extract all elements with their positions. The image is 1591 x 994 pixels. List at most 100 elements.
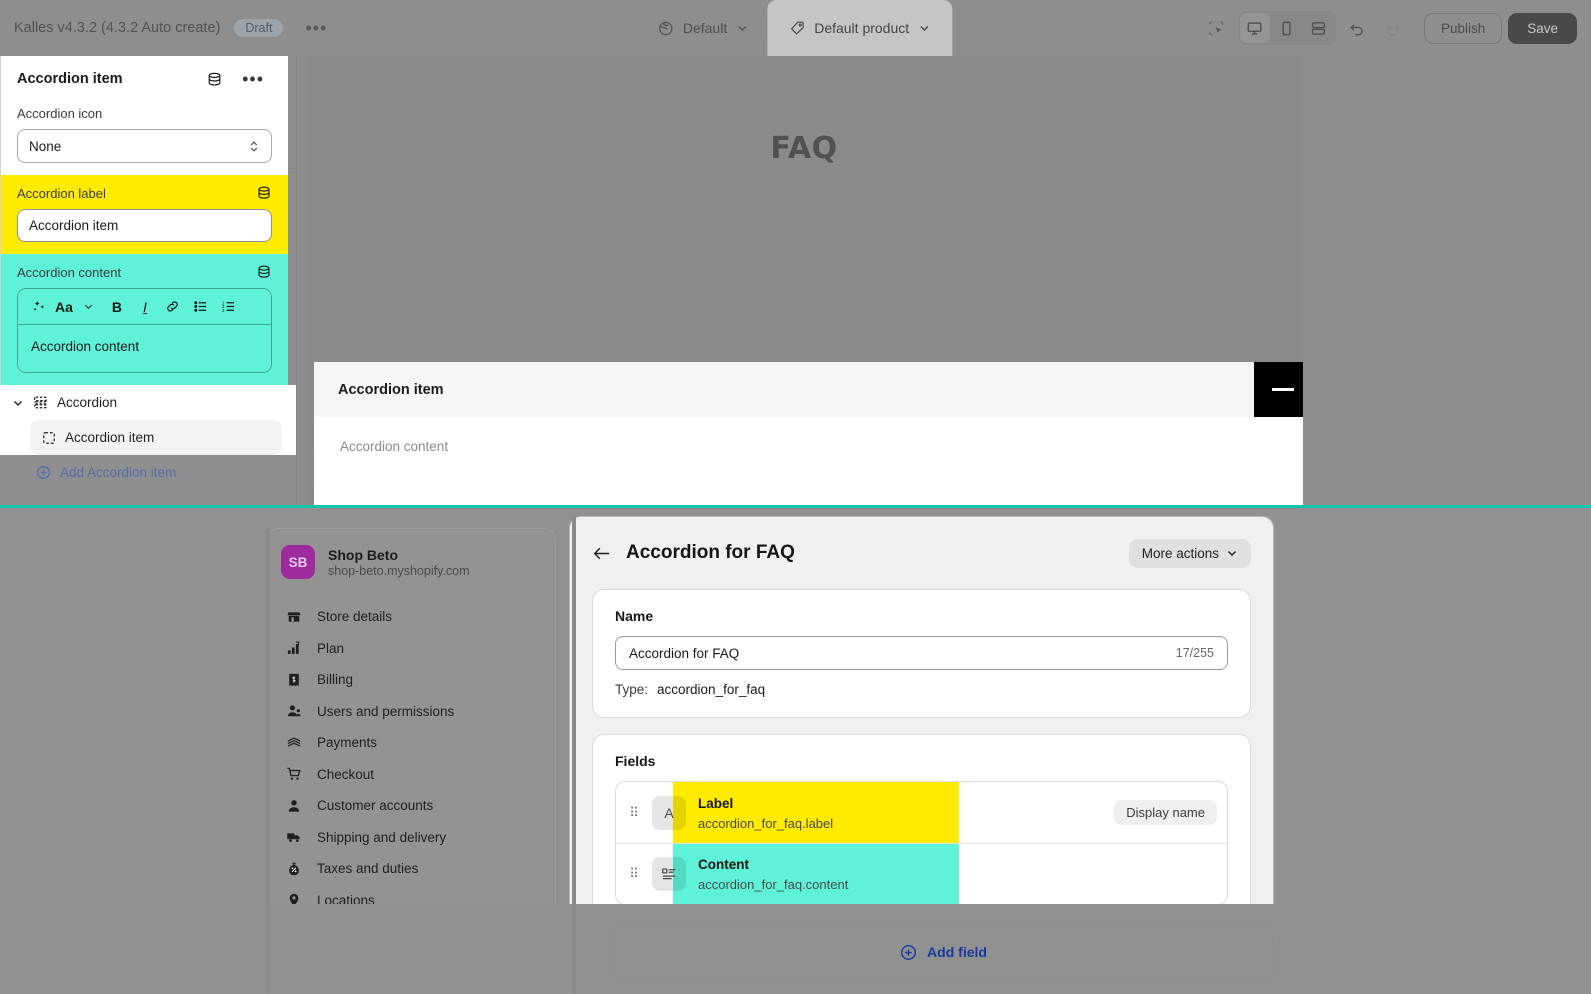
admin-nav-rail: [266, 528, 270, 994]
taxes-icon: [285, 861, 303, 877]
nav-item-users-and-permissions[interactable]: Users and permissions: [281, 696, 541, 728]
nav-item-store-details[interactable]: Store details: [281, 601, 541, 633]
save-button[interactable]: Save: [1508, 12, 1577, 44]
link-icon[interactable]: [161, 295, 185, 319]
text-style-icon[interactable]: Aa: [55, 295, 73, 319]
italic-icon[interactable]: I: [133, 295, 157, 319]
accordion-body-text: Accordion content: [340, 439, 449, 454]
undo-icon[interactable]: [1342, 13, 1372, 43]
theme-name: Kalles v4.3.2 (4.3.2 Auto create): [14, 20, 221, 36]
nav-item-taxes-and-duties[interactable]: Taxes and duties: [281, 853, 541, 885]
nav-item-label: Billing: [317, 672, 354, 688]
name-card: Name Accordion for FAQ 17/255 Type: acco…: [592, 589, 1251, 718]
builder-topbar: Kalles v4.3.2 (4.3.2 Auto create) Draft …: [0, 0, 1591, 56]
nav-item-label: Shipping and delivery: [317, 829, 447, 845]
fullscreen-icon[interactable]: [1304, 13, 1334, 43]
page-tab-default-product[interactable]: Default product: [767, 0, 953, 56]
person-icon: [285, 798, 303, 814]
sidebar-item-label: Accordion item: [65, 430, 155, 445]
bulleted-list-icon[interactable]: [189, 295, 213, 319]
theme-selector-label: Default: [682, 20, 728, 36]
theme-selector[interactable]: Default: [639, 0, 766, 56]
fields-list: ⠿ A Label accordion_for_faq.label Displa…: [615, 781, 1228, 905]
more-actions-button[interactable]: More actions: [1128, 538, 1251, 568]
plus-circle-icon: [900, 944, 917, 961]
inspector-title: Accordion item: [17, 71, 123, 87]
store-name: Shop Beto: [328, 546, 398, 563]
rich-text-input[interactable]: Accordion content: [18, 325, 271, 372]
drag-handle-icon[interactable]: ⠿: [616, 866, 652, 882]
globe-icon: [657, 20, 674, 37]
nav-item-billing[interactable]: Billing: [281, 664, 541, 696]
accordion-content-setting: Accordion content Aa B I 1 2 3 Accordion…: [1, 254, 288, 385]
nav-item-label: Taxes and duties: [317, 861, 419, 877]
accordion-header-label: Accordion item: [338, 381, 444, 398]
name-input[interactable]: Accordion for FAQ 17/255: [615, 636, 1228, 670]
inspect-icon[interactable]: [1202, 13, 1232, 43]
database-icon[interactable]: [256, 264, 272, 280]
shopify-admin-overlay: SB Shop Beto shop-beto.myshopify.com Sto…: [0, 508, 1591, 994]
chevron-down-icon[interactable]: [12, 397, 24, 409]
add-field-label: Add field: [927, 944, 987, 960]
bold-icon[interactable]: B: [105, 295, 129, 319]
payments-icon: [285, 735, 303, 751]
store-header[interactable]: SB Shop Beto shop-beto.myshopify.com: [281, 545, 541, 579]
add-accordion-item-button[interactable]: Add Accordion item: [0, 455, 296, 490]
accordion-preview-block[interactable]: Accordion item Accordion content: [314, 362, 1303, 507]
accordion-icon-select[interactable]: None: [17, 129, 272, 163]
nav-item-label: Checkout: [317, 766, 375, 782]
status-badge: Draft: [234, 19, 284, 37]
accordion-label-value: Accordion item: [29, 218, 119, 233]
store-icon: [285, 609, 303, 625]
device-preview-group: [1237, 11, 1336, 45]
drag-handle-icon[interactable]: ⠿: [616, 805, 652, 821]
chevron-down-icon: [918, 22, 930, 34]
magic-icon[interactable]: [27, 295, 51, 319]
name-card-title: Name: [615, 608, 654, 624]
nav-item-customer-accounts[interactable]: Customer accounts: [281, 790, 541, 822]
nav-item-payments[interactable]: Payments: [281, 727, 541, 759]
accordion-header[interactable]: Accordion item: [314, 362, 1303, 417]
sidebar-item-accordion[interactable]: Accordion: [0, 385, 296, 420]
table-row[interactable]: ⠿ Content accordion_for_faq.content: [616, 843, 1227, 904]
field-name: Content: [698, 857, 749, 872]
accordion-label-setting: Accordion label Accordion item: [1, 175, 288, 254]
status-badge: Display name: [1114, 800, 1217, 825]
numbered-list-icon[interactable]: 123: [217, 295, 241, 319]
minus-icon[interactable]: [1254, 362, 1303, 417]
chevron-down-icon[interactable]: [77, 295, 101, 319]
database-icon[interactable]: [256, 185, 272, 201]
cart-icon: [285, 766, 303, 782]
desktop-icon[interactable]: [1239, 13, 1270, 43]
add-field-button[interactable]: Add field: [614, 922, 1273, 982]
table-row[interactable]: ⠿ A Label accordion_for_faq.label Displa…: [616, 782, 1227, 843]
nav-item-checkout[interactable]: Checkout: [281, 759, 541, 791]
nav-item-label: Customer accounts: [317, 798, 434, 814]
mobile-icon[interactable]: [1272, 13, 1302, 43]
nav-item-plan[interactable]: Plan: [281, 633, 541, 665]
selected-section-group: Accordion Accordion item: [0, 385, 296, 455]
accordion-icon-label: Accordion icon: [17, 106, 103, 121]
store-domain: shop-beto.myshopify.com: [328, 563, 470, 578]
sidebar-item-label: Add Accordion item: [60, 465, 177, 480]
accordion-label-input[interactable]: Accordion item: [17, 209, 272, 242]
nav-item-label: Plan: [317, 640, 345, 656]
accordion-body: Accordion content: [314, 417, 1303, 501]
svg-text:3: 3: [222, 308, 225, 313]
block-icon: [42, 431, 56, 445]
sidebar-item-accordion-item[interactable]: Accordion item: [30, 420, 282, 455]
rich-text-icon: [652, 857, 686, 891]
type-value: accordion_for_faq: [657, 682, 766, 697]
publish-button[interactable]: Publish: [1423, 12, 1503, 44]
field-key: accordion_for_faq.label: [698, 815, 834, 831]
sidebar-item-label: Accordion: [57, 395, 118, 410]
section-icon: [33, 395, 48, 410]
more-options-button[interactable]: •••: [297, 19, 335, 37]
more-horizontal-icon[interactable]: •••: [234, 70, 272, 88]
fields-card: Fields ⠿ A Label accordion_for_faq.label…: [592, 734, 1251, 920]
nav-item-shipping-and-delivery[interactable]: Shipping and delivery: [281, 822, 541, 854]
type-row: Type: accordion_for_faq: [615, 682, 1228, 697]
database-icon[interactable]: [206, 71, 223, 88]
truck-icon: [285, 829, 303, 845]
arrow-left-icon[interactable]: [592, 545, 612, 562]
